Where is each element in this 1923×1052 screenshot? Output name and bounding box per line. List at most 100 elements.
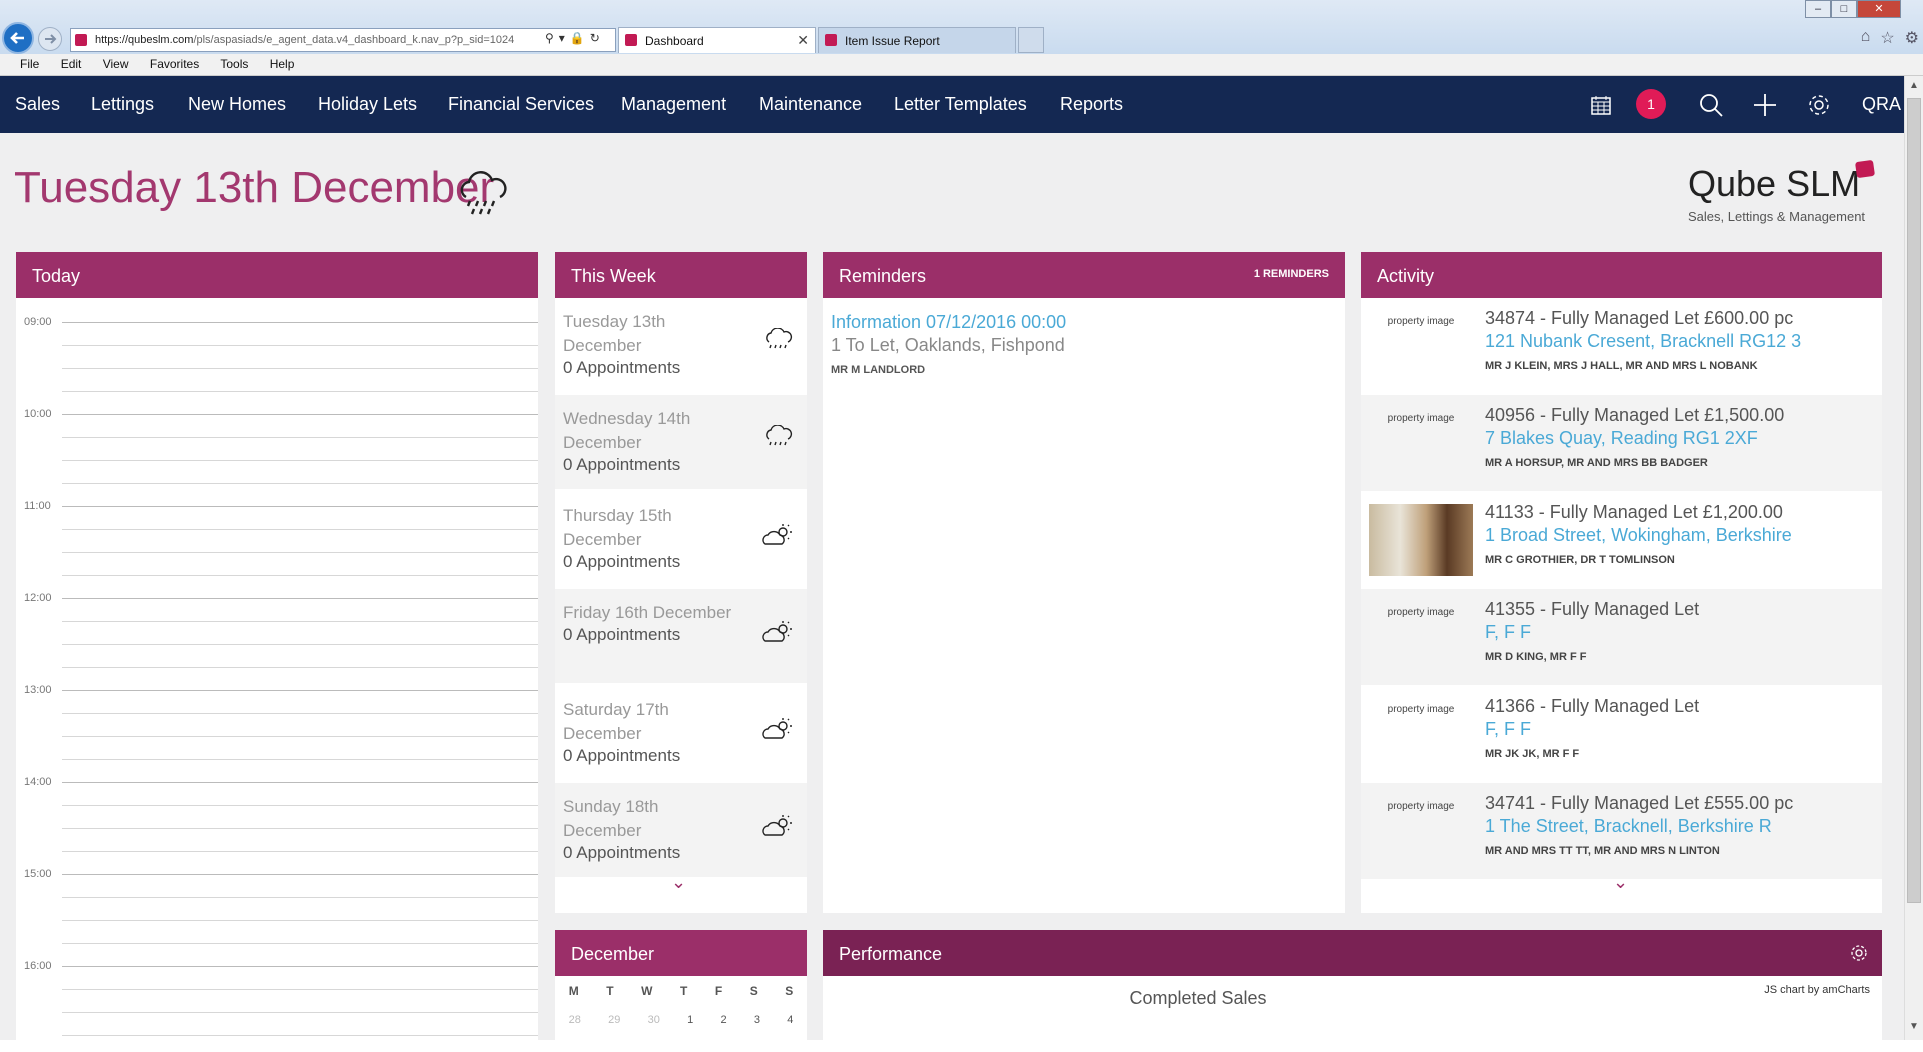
reminder-title-link[interactable]: Information 07/12/2016 00:00 <box>831 312 1066 333</box>
property-image[interactable]: property image <box>1369 698 1473 770</box>
time-slot-line[interactable] <box>62 437 538 438</box>
week-day-item[interactable]: Thursday 15th December 0 Appointments <box>555 492 807 586</box>
property-address-link[interactable]: F, F F <box>1485 622 1877 643</box>
chevron-down-icon[interactable]: ⌄ <box>1613 872 1628 893</box>
property-address-link[interactable]: 1 Broad Street, Wokingham, Berkshire <box>1485 525 1877 546</box>
week-day-item[interactable]: Sunday 18th December 0 Appointments <box>555 783 807 877</box>
property-address-link[interactable]: 7 Blakes Quay, Reading RG1 2XF <box>1485 428 1877 449</box>
close-window-button[interactable]: ✕ <box>1857 0 1901 18</box>
time-slot-line[interactable] <box>62 805 538 806</box>
property-image[interactable]: property image <box>1369 795 1473 867</box>
time-slot-line[interactable] <box>62 851 538 852</box>
time-slot-line[interactable] <box>62 322 538 323</box>
calendar-day[interactable]: 1 <box>687 1014 693 1026</box>
time-slot-line[interactable] <box>62 621 538 622</box>
back-button[interactable] <box>2 22 34 54</box>
time-slot-line[interactable] <box>62 345 538 346</box>
menu-view[interactable]: View <box>103 57 129 71</box>
tab-item-issue-report[interactable]: Item Issue Report <box>818 27 1016 53</box>
scroll-down-arrow[interactable]: ▼ <box>1909 1021 1919 1032</box>
nav-management[interactable]: Management <box>621 94 726 115</box>
time-slot-line[interactable] <box>62 414 538 415</box>
time-slot-line[interactable] <box>62 1012 538 1013</box>
property-image[interactable]: property image <box>1369 310 1473 382</box>
time-slot-line[interactable] <box>62 644 538 645</box>
time-slot-line[interactable] <box>62 782 538 783</box>
activity-item[interactable]: property image 41366 - Fully Managed Let F… <box>1361 686 1882 782</box>
minimize-button[interactable]: – <box>1805 0 1831 18</box>
nav-lettings[interactable]: Lettings <box>91 94 154 115</box>
settings-gear-icon[interactable] <box>1804 90 1834 120</box>
time-slot-line[interactable] <box>62 529 538 530</box>
menu-tools[interactable]: Tools <box>220 57 248 71</box>
home-icon[interactable]: ⌂ <box>1861 28 1871 48</box>
address-bar[interactable]: https://qubeslm.com/pls/aspasiads/e_agen… <box>70 28 616 52</box>
calendar-day[interactable]: 29 <box>608 1014 620 1026</box>
week-day-item[interactable]: Saturday 17th December 0 Appointments <box>555 686 807 780</box>
new-tab-button[interactable] <box>1018 27 1044 53</box>
property-image[interactable] <box>1369 504 1473 576</box>
performance-settings-gear-icon[interactable] <box>1850 944 1868 967</box>
search-icon[interactable] <box>1696 90 1726 120</box>
close-icon[interactable]: ✕ <box>797 32 809 49</box>
time-slot-line[interactable] <box>62 966 538 967</box>
time-slot-line[interactable] <box>62 759 538 760</box>
nav-holiday-lets[interactable]: Holiday Lets <box>318 94 417 115</box>
activity-item[interactable]: 41133 - Fully Managed Let £1,200.00 1 Bro… <box>1361 492 1882 588</box>
activity-item[interactable]: property image 34874 - Fully Managed Let … <box>1361 298 1882 394</box>
nav-new-homes[interactable]: New Homes <box>188 94 286 115</box>
nav-maintenance[interactable]: Maintenance <box>759 94 862 115</box>
time-slot-line[interactable] <box>62 713 538 714</box>
calendar-day[interactable]: 4 <box>787 1014 793 1026</box>
time-slot-line[interactable] <box>62 483 538 484</box>
favorites-star-icon[interactable]: ☆ <box>1880 28 1894 48</box>
time-slot-line[interactable] <box>62 690 538 691</box>
time-slot-line[interactable] <box>62 736 538 737</box>
time-slot-line[interactable] <box>62 460 538 461</box>
menu-help[interactable]: Help <box>270 57 295 71</box>
forward-button[interactable] <box>38 27 62 51</box>
property-address-link[interactable]: 1 The Street, Bracknell, Berkshire R <box>1485 816 1877 837</box>
tab-dashboard[interactable]: Dashboard ✕ <box>618 27 816 53</box>
time-slot-line[interactable] <box>62 368 538 369</box>
calendar-day[interactable]: 30 <box>648 1014 660 1026</box>
menu-file[interactable]: File <box>20 57 39 71</box>
week-day-item[interactable]: Friday 16th December 0 Appointments <box>555 589 807 683</box>
time-slot-line[interactable] <box>62 667 538 668</box>
user-initials[interactable]: QRA <box>1862 94 1901 115</box>
activity-item[interactable]: property image 34741 - Fully Managed Let … <box>1361 783 1882 879</box>
time-slot-line[interactable] <box>62 506 538 507</box>
time-slot-line[interactable] <box>62 874 538 875</box>
calendar-day[interactable]: 28 <box>569 1014 581 1026</box>
property-address-link[interactable]: 121 Nubank Cresent, Bracknell RG12 3 <box>1485 331 1877 352</box>
calendar-icon[interactable] <box>1586 90 1616 120</box>
time-slot-line[interactable] <box>62 897 538 898</box>
calendar-day[interactable]: 2 <box>721 1014 727 1026</box>
nav-sales[interactable]: Sales <box>15 94 60 115</box>
week-day-item[interactable]: Tuesday 13th December 0 Appointments <box>555 298 807 392</box>
calendar-day[interactable]: 3 <box>754 1014 760 1026</box>
menu-favorites[interactable]: Favorites <box>150 57 199 71</box>
activity-item[interactable]: property image 41355 - Fully Managed Let F… <box>1361 589 1882 685</box>
time-slot-line[interactable] <box>62 575 538 576</box>
notification-badge[interactable]: 1 <box>1636 89 1666 119</box>
property-address-link[interactable]: F, F F <box>1485 719 1877 740</box>
time-slot-line[interactable] <box>62 1035 538 1036</box>
time-slot-line[interactable] <box>62 391 538 392</box>
property-image[interactable]: property image <box>1369 601 1473 673</box>
time-slot-line[interactable] <box>62 598 538 599</box>
address-controls[interactable]: ⚲▾🔒↻ <box>545 31 605 45</box>
activity-item[interactable]: property image 40956 - Fully Managed Let … <box>1361 395 1882 491</box>
chart-credit[interactable]: JS chart by amCharts <box>1764 984 1870 996</box>
nav-financial-services[interactable]: Financial Services <box>448 94 594 115</box>
nav-reports[interactable]: Reports <box>1060 94 1123 115</box>
scroll-up-arrow[interactable]: ▲ <box>1909 80 1919 91</box>
add-icon[interactable] <box>1750 90 1780 120</box>
time-slot-line[interactable] <box>62 920 538 921</box>
week-day-item[interactable]: Wednesday 14th December 0 Appointments <box>555 395 807 489</box>
maximize-button[interactable]: □ <box>1831 0 1857 18</box>
time-slot-line[interactable] <box>62 552 538 553</box>
time-slot-line[interactable] <box>62 828 538 829</box>
gear-icon[interactable]: ⚙ <box>1905 28 1919 48</box>
chevron-down-icon[interactable]: ⌄ <box>671 872 686 893</box>
